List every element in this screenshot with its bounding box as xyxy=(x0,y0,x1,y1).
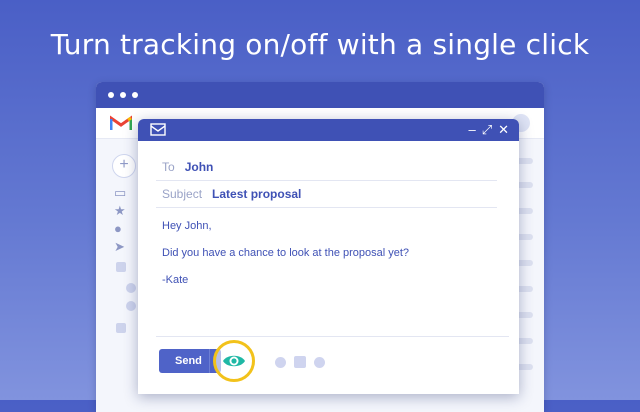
compose-plus-button[interactable]: + xyxy=(112,154,136,178)
label-icon[interactable] xyxy=(116,323,126,333)
to-value[interactable]: John xyxy=(185,160,214,174)
eye-icon[interactable] xyxy=(222,352,246,370)
compose-window: – ⤢ ✕ To John Subject Latest proposal He… xyxy=(138,119,519,394)
browser-titlebar xyxy=(96,82,544,108)
window-dot[interactable] xyxy=(120,92,126,98)
toolbar-option[interactable] xyxy=(314,357,325,368)
toolbar-option[interactable] xyxy=(275,357,286,368)
subject-value[interactable]: Latest proposal xyxy=(212,187,301,201)
to-field[interactable]: To John xyxy=(156,154,497,181)
window-dot[interactable] xyxy=(108,92,114,98)
toolbar-option[interactable] xyxy=(294,356,306,368)
send-icon[interactable]: ➤ xyxy=(114,240,125,254)
label-icon[interactable] xyxy=(116,262,126,272)
window-dot[interactable] xyxy=(132,92,138,98)
inbox-icon[interactable]: ▭ xyxy=(114,186,126,200)
headline: Turn tracking on/off with a single click xyxy=(50,28,590,61)
body-line[interactable]: Did you have a chance to look at the pro… xyxy=(162,247,409,259)
subject-label: Subject xyxy=(162,187,203,201)
body-line[interactable]: Hey John, xyxy=(162,220,212,232)
label-dot[interactable] xyxy=(126,283,136,293)
body-line[interactable]: -Kate xyxy=(162,274,188,286)
compose-header: – ⤢ ✕ xyxy=(138,119,519,141)
divider xyxy=(156,336,509,337)
clock-icon[interactable]: ● xyxy=(114,222,122,236)
gmail-sidebar: + ▭ ★ ● ➤ xyxy=(96,138,138,412)
gmail-logo xyxy=(110,115,132,130)
subject-field[interactable]: Subject Latest proposal xyxy=(156,181,497,208)
star-icon[interactable]: ★ xyxy=(114,204,126,218)
mail-icon xyxy=(150,123,166,136)
close-icon[interactable]: ✕ xyxy=(498,122,509,138)
expand-icon[interactable]: ⤢ xyxy=(482,122,492,138)
compose-controls: – ⤢ ✕ xyxy=(468,122,509,138)
to-label: To xyxy=(162,160,175,174)
minimize-icon[interactable]: – xyxy=(468,122,475,138)
label-dot[interactable] xyxy=(126,301,136,311)
